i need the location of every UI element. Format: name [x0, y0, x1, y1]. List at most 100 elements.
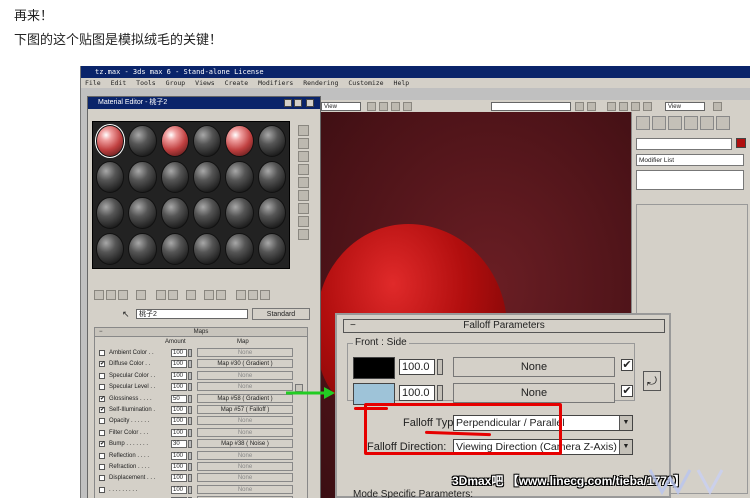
sample-slot[interactable]: [128, 125, 157, 157]
maximize-icon[interactable]: [294, 99, 302, 107]
map-enable-checkbox[interactable]: ✔: [99, 441, 105, 448]
background-icon[interactable]: [298, 151, 309, 162]
object-color-swatch[interactable]: [736, 138, 746, 148]
named-selection-input[interactable]: [491, 102, 571, 111]
sample-slot[interactable]: [193, 233, 222, 265]
falloff-rollout-header[interactable]: − Falloff Parameters: [343, 319, 665, 333]
reset-map-icon[interactable]: [136, 290, 146, 300]
material-editor-icon[interactable]: [607, 102, 616, 111]
sample-slot[interactable]: [257, 161, 286, 193]
teapot-icon[interactable]: [713, 102, 722, 111]
sample-slot[interactable]: [94, 124, 126, 158]
mirror-icon[interactable]: [575, 102, 584, 111]
display-tab-icon[interactable]: [700, 116, 714, 130]
render-icon[interactable]: [631, 102, 640, 111]
map-slot-button[interactable]: None: [197, 473, 293, 483]
backlight-icon[interactable]: [298, 138, 309, 149]
side-color-swatch[interactable]: [353, 383, 395, 405]
material-name-dropdown[interactable]: 桃子2: [136, 309, 248, 319]
map-slot-button[interactable]: None: [197, 427, 293, 437]
map-enable-checkbox[interactable]: [99, 418, 105, 425]
render-setup-icon[interactable]: [619, 102, 628, 111]
map-enable-checkbox[interactable]: ✔: [99, 395, 105, 402]
map-amount-spinner[interactable]: [188, 383, 192, 392]
show-map-icon[interactable]: [216, 290, 226, 300]
map-amount-input[interactable]: 100: [171, 428, 187, 437]
map-amount-input[interactable]: 100: [171, 406, 187, 414]
sample-slot[interactable]: [160, 197, 189, 229]
hierarchy-tab-icon[interactable]: [668, 116, 682, 130]
map-enable-checkbox[interactable]: ✔: [99, 361, 105, 368]
put-to-library-icon[interactable]: [186, 290, 196, 300]
map-amount-spinner[interactable]: [188, 417, 192, 426]
options-icon[interactable]: [298, 203, 309, 214]
map-amount-input[interactable]: 100: [171, 349, 187, 357]
side-map-checkbox[interactable]: ✔: [621, 385, 633, 397]
front-map-button[interactable]: None: [453, 357, 615, 377]
sample-slot[interactable]: [193, 125, 222, 157]
sample-slot[interactable]: [96, 197, 125, 229]
get-material-icon[interactable]: [94, 290, 104, 300]
make-preview-icon[interactable]: [298, 190, 309, 201]
sample-slot[interactable]: [160, 125, 189, 157]
menu-tools[interactable]: Tools: [136, 79, 156, 87]
map-amount-spinner[interactable]: [188, 428, 192, 437]
menu-edit[interactable]: Edit: [111, 79, 127, 87]
sample-slot[interactable]: [96, 233, 125, 265]
map-amount-spinner[interactable]: [188, 474, 192, 483]
render-view-dropdown[interactable]: View: [665, 102, 705, 111]
map-amount-spinner[interactable]: [188, 360, 192, 369]
map-slot-button[interactable]: Map #30 ( Gradient ): [197, 359, 293, 369]
sample-slot[interactable]: [193, 197, 222, 229]
quick-render-icon[interactable]: [643, 102, 652, 111]
menu-customize[interactable]: Customize: [348, 79, 383, 87]
sample-slot[interactable]: [160, 161, 189, 193]
modify-tab-icon[interactable]: [652, 116, 666, 130]
map-amount-input[interactable]: 100: [171, 463, 187, 471]
map-enable-checkbox[interactable]: [99, 429, 105, 436]
sample-slot[interactable]: [128, 233, 157, 265]
map-amount-spinner[interactable]: [188, 485, 192, 494]
sample-slot[interactable]: [193, 161, 222, 193]
map-amount-spinner[interactable]: [188, 463, 192, 471]
front-color-swatch[interactable]: [353, 357, 395, 379]
map-slot-button[interactable]: None: [197, 462, 293, 471]
map-enable-checkbox[interactable]: [99, 452, 105, 459]
side-amount-input[interactable]: 100.0: [399, 385, 435, 401]
put-material-icon[interactable]: [106, 290, 116, 300]
menu-create[interactable]: Create: [225, 79, 248, 87]
assign-material-icon[interactable]: [118, 290, 128, 300]
sample-slot[interactable]: [128, 197, 157, 229]
move-icon[interactable]: [379, 102, 388, 111]
menu-modifiers[interactable]: Modifiers: [258, 79, 293, 87]
material-id-icon[interactable]: [204, 290, 214, 300]
copy-material-icon[interactable]: [156, 290, 166, 300]
map-amount-input[interactable]: 100: [171, 360, 187, 369]
front-amount-input[interactable]: 100.0: [399, 359, 435, 375]
map-slot-button[interactable]: Map #57 ( Falloff ): [197, 405, 293, 414]
sample-slot[interactable]: [225, 233, 254, 265]
map-amount-spinner[interactable]: [188, 394, 192, 403]
video-color-check-icon[interactable]: [298, 177, 309, 188]
sample-slot[interactable]: [257, 125, 286, 157]
map-amount-input[interactable]: 30: [171, 440, 187, 449]
map-amount-input[interactable]: 100: [171, 485, 187, 494]
material-type-button[interactable]: Standard: [252, 308, 310, 320]
map-amount-input[interactable]: 100: [171, 417, 187, 426]
map-amount-input[interactable]: 100: [171, 474, 187, 483]
sample-slot[interactable]: [160, 233, 189, 265]
map-enable-checkbox[interactable]: [99, 464, 105, 470]
go-forward-icon[interactable]: [260, 290, 270, 300]
rotate-icon[interactable]: [391, 102, 400, 111]
map-amount-spinner[interactable]: [188, 451, 192, 460]
sample-slot[interactable]: [96, 161, 125, 193]
map-slot-button[interactable]: None: [197, 416, 293, 426]
map-amount-spinner[interactable]: [188, 440, 192, 449]
sample-slot[interactable]: [257, 233, 286, 265]
map-slot-button[interactable]: None: [197, 382, 293, 392]
map-amount-spinner[interactable]: [188, 349, 192, 357]
sample-type-icon[interactable]: [298, 125, 309, 136]
align-icon[interactable]: [587, 102, 596, 111]
front-map-checkbox[interactable]: ✔: [621, 359, 633, 371]
front-amount-spinner[interactable]: [437, 359, 443, 375]
